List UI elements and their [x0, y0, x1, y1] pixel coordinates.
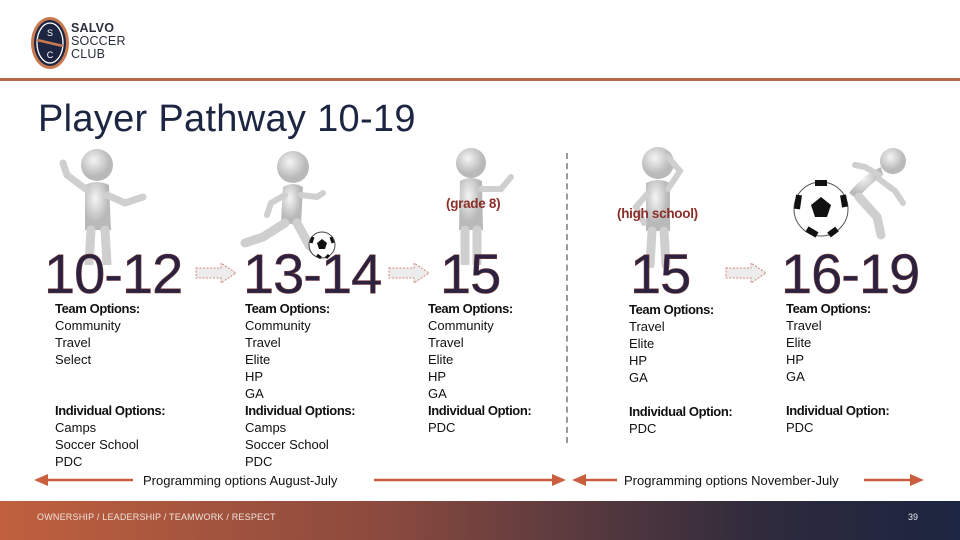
right-arrow-icon [864, 474, 924, 486]
page-title: Player Pathway 10-19 [38, 98, 416, 140]
team-options-heading: Team Options: [428, 301, 513, 316]
team-option: Community [428, 318, 494, 333]
salvo-logo-icon: S C [31, 17, 69, 69]
individual-option: PDC [55, 454, 83, 469]
team-option: Travel [55, 335, 91, 350]
team-option: Elite [428, 352, 454, 367]
stage-options-16-19: Team Options: Travel Elite HP GA Individ… [786, 300, 890, 436]
team-option: Elite [786, 335, 812, 350]
team-options-heading: Team Options: [55, 301, 140, 316]
next-stage-arrow-icon [725, 262, 767, 284]
individual-option: Camps [55, 420, 97, 435]
team-option: HP [786, 352, 805, 367]
page-number: 39 [908, 512, 919, 522]
individual-option: PDC [786, 420, 814, 435]
age-range-label: 13-14 [243, 242, 383, 305]
age-range-label: 15 [630, 242, 692, 305]
team-options-heading: Team Options: [245, 301, 330, 316]
team-option: HP [428, 369, 447, 384]
stage-note: (high school) [617, 206, 698, 221]
individual-option: PDC [629, 421, 657, 436]
team-option: Travel [245, 335, 281, 350]
individual-options-heading: Individual Option: [786, 403, 890, 418]
age-range-label: 16-19 [781, 242, 921, 305]
individual-options-heading: Individual Options: [245, 403, 356, 418]
individual-option: Soccer School [245, 437, 329, 452]
individual-options-heading: Individual Option: [428, 403, 532, 418]
left-arrow-icon [572, 474, 617, 486]
team-option: HP [245, 369, 264, 384]
individual-options-heading: Individual Option: [629, 404, 733, 419]
programming-label-nov-jul: Programming options November-July [624, 473, 839, 488]
svg-text:S: S [47, 28, 53, 38]
brand-line: CLUB [71, 47, 106, 61]
individual-option: Soccer School [55, 437, 139, 452]
individual-option: Camps [245, 420, 287, 435]
stage-options-15-grade8: Team Options: Community Travel Elite HP … [428, 300, 532, 436]
stage-note: (grade 8) [446, 196, 501, 211]
team-option: GA [428, 386, 447, 401]
stage-options-10-12: Team Options: Community Travel Select In… [55, 300, 166, 470]
next-stage-arrow-icon [195, 262, 237, 284]
age-range-label: 15 [440, 242, 502, 305]
team-option: Travel [428, 335, 464, 350]
team-options-heading: Team Options: [786, 301, 871, 316]
team-options-heading: Team Options: [629, 302, 714, 317]
soccer-ball-icon [793, 180, 849, 238]
next-stage-arrow-icon [388, 262, 430, 284]
header-divider [0, 78, 960, 81]
team-option: GA [245, 386, 264, 401]
age-range-label: 10-12 [44, 242, 184, 305]
team-option: Community [245, 318, 311, 333]
team-option: Community [55, 318, 121, 333]
right-arrow-icon [374, 474, 566, 486]
programming-label-aug-jul: Programming options August-July [143, 473, 338, 488]
team-option: Travel [629, 319, 665, 334]
footer-values: OWNERSHIP / LEADERSHIP / TEAMWORK / RESP… [37, 512, 276, 522]
team-option: Select [55, 352, 92, 367]
team-option: Elite [629, 336, 655, 351]
individual-option: PDC [245, 454, 273, 469]
team-option: Travel [786, 318, 822, 333]
team-option: Elite [245, 352, 271, 367]
team-option: HP [629, 353, 648, 368]
team-option: GA [786, 369, 805, 384]
brand-name: SALVO SOCCER CLUB [71, 22, 126, 61]
stage-options-13-14: Team Options: Community Travel Elite HP … [245, 300, 356, 470]
figure-diving-kick-icon [793, 148, 906, 240]
left-arrow-icon [34, 474, 133, 486]
stage-options-15-high-school: Team Options: Travel Elite HP GA Individ… [629, 301, 733, 437]
individual-options-heading: Individual Options: [55, 403, 166, 418]
svg-text:C: C [47, 50, 54, 60]
season-divider [566, 153, 568, 443]
team-option: GA [629, 370, 648, 385]
individual-option: PDC [428, 420, 456, 435]
